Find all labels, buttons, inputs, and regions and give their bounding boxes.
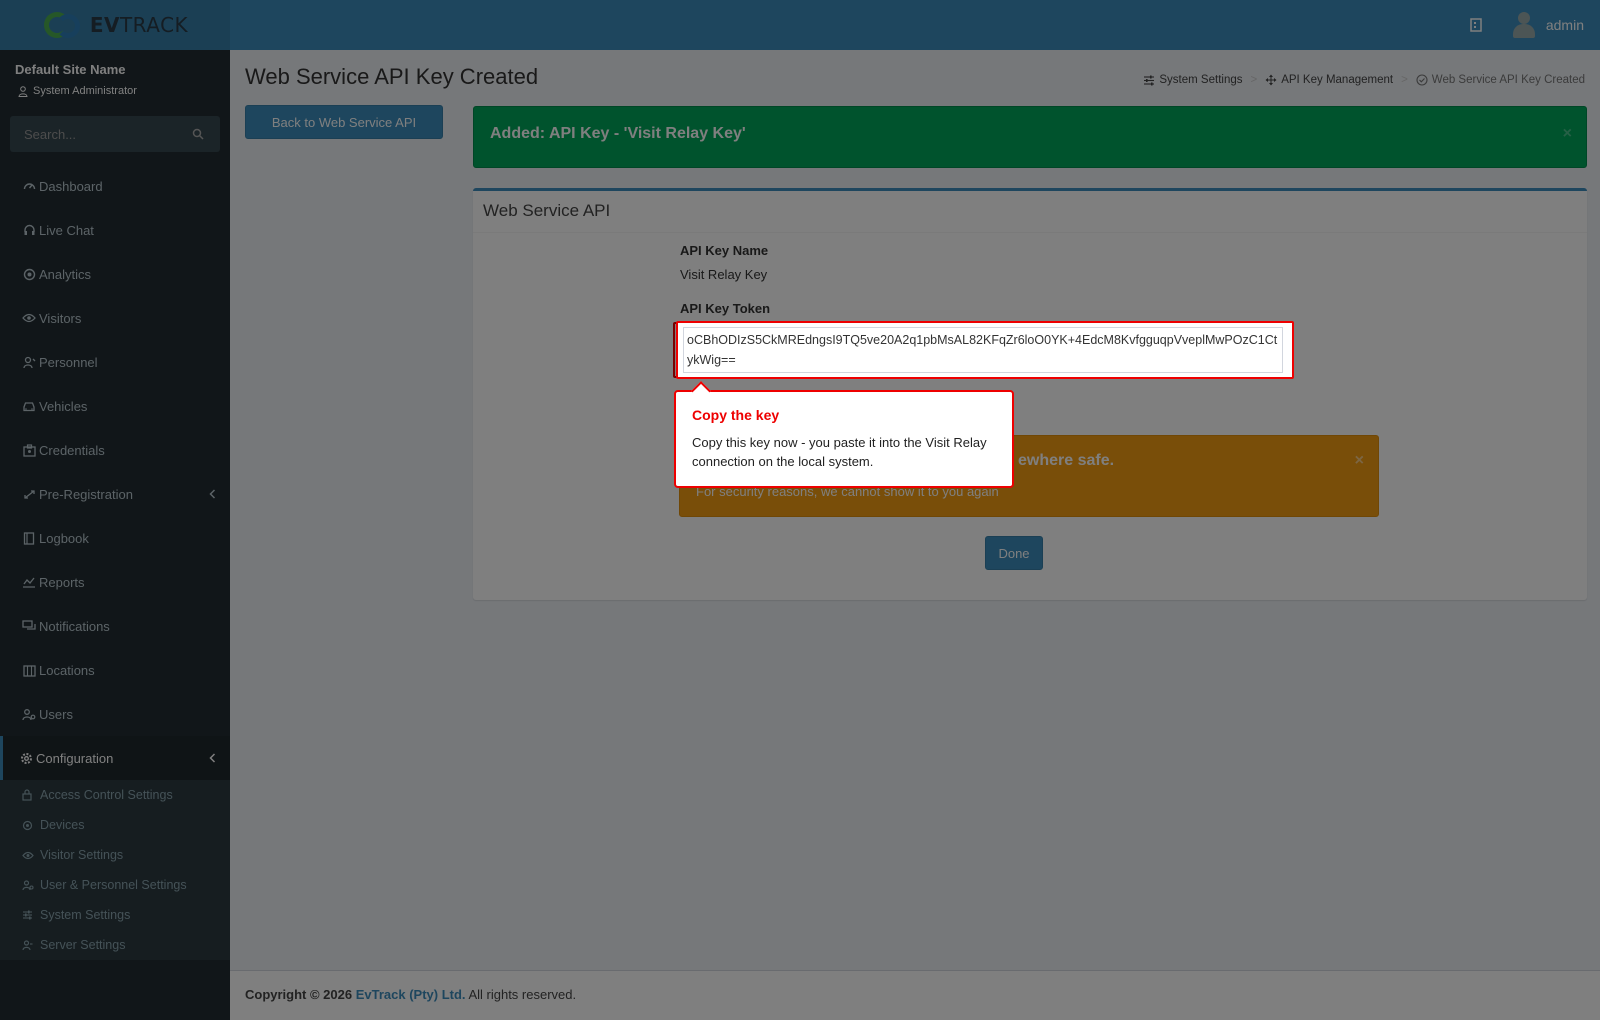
tooltip-body: Copy this key now - you paste it into th… <box>692 435 987 469</box>
tour-tooltip: Copy the key Copy this key now - you pas… <box>674 381 1014 488</box>
tour-overlay <box>0 0 1600 1020</box>
token-spotlight: oCBhODIzS5CkMREdngsI9TQ5ve20A2q1pbMsAL82… <box>676 321 1294 379</box>
api-key-token-spotlight-text[interactable]: oCBhODIzS5CkMREdngsI9TQ5ve20A2q1pbMsAL82… <box>683 327 1283 373</box>
tooltip-title: Copy the key <box>692 407 780 423</box>
